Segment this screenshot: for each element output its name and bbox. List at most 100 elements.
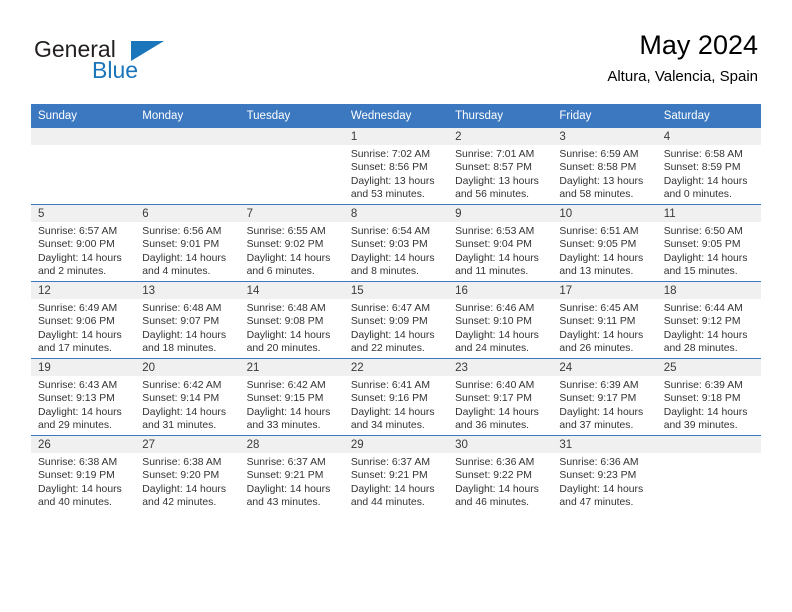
- calendar-day-cell[interactable]: 1 Sunrise: 7:02 AM Sunset: 8:56 PM Daylight…: [343, 127, 449, 205]
- calendar-day-cell[interactable]: 31 Sunrise: 6:36 AM Sunset: 9:23 PM Dayligh…: [552, 435, 657, 512]
- day-details: Sunrise: 6:56 AM Sunset: 9:01 PM Daylight:…: [135, 222, 239, 279]
- day-detail-sunrise: Sunrise: 6:57 AM: [38, 226, 118, 237]
- calendar-day-cell[interactable]: 26 Sunrise: 6:38 AM Sunset: 9:19 PM Dayligh…: [31, 435, 136, 512]
- day-detail-sunrise: Sunrise: 6:58 AM: [663, 149, 743, 160]
- day-detail-sunset: Sunset: 9:09 PM: [350, 316, 428, 328]
- day-detail-daylight2: and 56 minutes.: [455, 189, 530, 201]
- calendar-day-cell[interactable]: 3 Sunrise: 6:59 AM Sunset: 8:58 PM Daylight…: [552, 127, 657, 205]
- day-details: Sunrise: 6:59 AM Sunset: 8:58 PM Daylight:…: [552, 145, 656, 202]
- day-details: Sunrise: 6:58 AM Sunset: 8:59 PM Daylight:…: [657, 145, 761, 202]
- calendar-day-cell[interactable]: 25 Sunrise: 6:39 AM Sunset: 9:18 PM Dayligh…: [656, 358, 761, 436]
- calendar-day-cell[interactable]: 6 Sunrise: 6:56 AM Sunset: 9:01 PM Daylight…: [135, 204, 240, 282]
- day-detail-daylight2: and 26 minutes.: [559, 343, 634, 355]
- day-detail-daylight1: Daylight: 14 hours: [350, 252, 435, 264]
- day-cell-inner: 26 Sunrise: 6:38 AM Sunset: 9:19 PM Dayligh…: [31, 436, 136, 512]
- day-detail-sunset: Sunset: 9:17 PM: [559, 393, 637, 405]
- day-number: 23: [448, 359, 553, 376]
- calendar-day-cell-empty: [135, 127, 240, 205]
- day-number: 25: [656, 359, 761, 376]
- day-detail-sunrise: Sunrise: 7:02 AM: [350, 149, 430, 160]
- calendar-week-row: 1 Sunrise: 7:02 AM Sunset: 8:56 PM Daylight…: [31, 127, 761, 205]
- day-detail-daylight1: Daylight: 14 hours: [455, 483, 539, 495]
- calendar-day-cell[interactable]: 17 Sunrise: 6:45 AM Sunset: 9:11 PM Dayligh…: [552, 281, 657, 359]
- day-number: 29: [343, 436, 449, 453]
- day-number: 27: [135, 436, 240, 453]
- day-detail-daylight1: Daylight: 14 hours: [246, 483, 331, 495]
- day-cell-inner: 21 Sunrise: 6:42 AM Sunset: 9:15 PM Dayligh…: [239, 359, 344, 435]
- day-details: Sunrise: 6:37 AM Sunset: 9:21 PM Daylight:…: [240, 453, 344, 510]
- day-cell-inner: 31 Sunrise: 6:36 AM Sunset: 9:23 PM Dayligh…: [552, 436, 657, 512]
- calendar-day-cell[interactable]: 20 Sunrise: 6:42 AM Sunset: 9:14 PM Dayligh…: [135, 358, 240, 436]
- day-detail-sunrise: Sunrise: 6:43 AM: [38, 380, 118, 391]
- day-detail-sunrise: Sunrise: 6:37 AM: [246, 457, 326, 468]
- day-cell-inner: [239, 128, 344, 204]
- day-detail-daylight2: and 39 minutes.: [663, 420, 738, 432]
- day-detail-daylight2: and 11 minutes.: [455, 266, 529, 278]
- calendar-week-row: 5 Sunrise: 6:57 AM Sunset: 9:00 PM Daylight…: [31, 204, 761, 282]
- day-detail-daylight2: and 0 minutes.: [663, 189, 732, 201]
- calendar-day-cell[interactable]: 23 Sunrise: 6:40 AM Sunset: 9:17 PM Dayligh…: [448, 358, 553, 436]
- day-cell-inner: 5 Sunrise: 6:57 AM Sunset: 9:00 PM Daylight…: [31, 205, 136, 281]
- day-details: Sunrise: 6:48 AM Sunset: 9:07 PM Daylight:…: [135, 299, 239, 356]
- page-title: May 2024: [639, 30, 758, 60]
- day-number: 31: [552, 436, 657, 453]
- day-cell-inner: 19 Sunrise: 6:43 AM Sunset: 9:13 PM Dayligh…: [31, 359, 136, 435]
- calendar-day-cell[interactable]: 5 Sunrise: 6:57 AM Sunset: 9:00 PM Daylight…: [31, 204, 136, 282]
- location-subtitle: Altura, Valencia, Spain: [607, 68, 758, 85]
- day-number: 18: [656, 282, 761, 299]
- day-cell-inner: 2 Sunrise: 7:01 AM Sunset: 8:57 PM Daylight…: [448, 128, 553, 204]
- calendar-day-cell[interactable]: 15 Sunrise: 6:47 AM Sunset: 9:09 PM Dayligh…: [343, 281, 449, 359]
- calendar-day-cell[interactable]: 29 Sunrise: 6:37 AM Sunset: 9:21 PM Dayligh…: [343, 435, 449, 512]
- calendar-day-cell[interactable]: 11 Sunrise: 6:50 AM Sunset: 9:05 PM Dayligh…: [656, 204, 761, 282]
- day-detail-sunset: Sunset: 9:15 PM: [246, 393, 324, 405]
- calendar-day-cell[interactable]: 22 Sunrise: 6:41 AM Sunset: 9:16 PM Dayligh…: [343, 358, 449, 436]
- calendar-day-cell[interactable]: 16 Sunrise: 6:46 AM Sunset: 9:10 PM Dayligh…: [448, 281, 553, 359]
- day-detail-daylight1: Daylight: 14 hours: [142, 406, 227, 418]
- calendar-day-cell[interactable]: 9 Sunrise: 6:53 AM Sunset: 9:04 PM Daylight…: [448, 204, 553, 282]
- calendar-day-cell[interactable]: 10 Sunrise: 6:51 AM Sunset: 9:05 PM Dayligh…: [552, 204, 657, 282]
- day-number: 12: [31, 282, 136, 299]
- day-cell-inner: 27 Sunrise: 6:38 AM Sunset: 9:20 PM Dayligh…: [135, 436, 240, 512]
- calendar-day-cell[interactable]: 12 Sunrise: 6:49 AM Sunset: 9:06 PM Dayligh…: [31, 281, 136, 359]
- day-detail-daylight2: and 22 minutes.: [350, 343, 425, 355]
- day-number: 19: [31, 359, 136, 376]
- calendar-day-cell[interactable]: 7 Sunrise: 6:55 AM Sunset: 9:02 PM Daylight…: [239, 204, 344, 282]
- calendar-day-cell[interactable]: 4 Sunrise: 6:58 AM Sunset: 8:59 PM Daylight…: [656, 127, 761, 205]
- day-detail-daylight2: and 2 minutes.: [38, 266, 107, 278]
- day-number: 4: [656, 128, 761, 145]
- calendar-day-cell[interactable]: 21 Sunrise: 6:42 AM Sunset: 9:15 PM Dayligh…: [239, 358, 344, 436]
- calendar-day-cell[interactable]: 8 Sunrise: 6:54 AM Sunset: 9:03 PM Daylight…: [343, 204, 449, 282]
- day-cell-inner: 29 Sunrise: 6:37 AM Sunset: 9:21 PM Dayligh…: [343, 436, 449, 512]
- day-detail-sunset: Sunset: 9:01 PM: [142, 239, 220, 251]
- day-cell-inner: 11 Sunrise: 6:50 AM Sunset: 9:05 PM Dayligh…: [656, 205, 761, 281]
- calendar-day-cell[interactable]: 28 Sunrise: 6:37 AM Sunset: 9:21 PM Dayligh…: [239, 435, 344, 512]
- calendar-day-cell[interactable]: 18 Sunrise: 6:44 AM Sunset: 9:12 PM Dayligh…: [656, 281, 761, 359]
- day-detail-sunrise: Sunrise: 6:41 AM: [350, 380, 430, 391]
- day-cell-inner: 14 Sunrise: 6:48 AM Sunset: 9:08 PM Dayligh…: [239, 282, 344, 358]
- day-detail-daylight1: Daylight: 14 hours: [38, 406, 122, 418]
- day-detail-daylight1: Daylight: 14 hours: [559, 252, 644, 264]
- day-details: Sunrise: 6:39 AM Sunset: 9:18 PM Daylight:…: [657, 376, 761, 433]
- day-detail-daylight1: Daylight: 13 hours: [455, 175, 539, 187]
- calendar-day-cell[interactable]: 14 Sunrise: 6:48 AM Sunset: 9:08 PM Dayligh…: [239, 281, 344, 359]
- day-detail-sunset: Sunset: 9:12 PM: [663, 316, 741, 328]
- day-detail-daylight1: Daylight: 14 hours: [246, 252, 331, 264]
- day-number: [656, 436, 761, 453]
- calendar-day-cell[interactable]: 24 Sunrise: 6:39 AM Sunset: 9:17 PM Dayligh…: [552, 358, 657, 436]
- day-detail-daylight2: and 29 minutes.: [38, 420, 112, 432]
- day-detail-daylight1: Daylight: 14 hours: [142, 483, 227, 495]
- calendar-day-cell[interactable]: 19 Sunrise: 6:43 AM Sunset: 9:13 PM Dayligh…: [31, 358, 136, 436]
- day-detail-daylight1: Daylight: 13 hours: [350, 175, 435, 187]
- day-detail-sunset: Sunset: 9:20 PM: [142, 470, 220, 482]
- day-detail-sunrise: Sunrise: 6:45 AM: [559, 303, 639, 314]
- calendar-day-cell[interactable]: 2 Sunrise: 7:01 AM Sunset: 8:57 PM Daylight…: [448, 127, 553, 205]
- calendar-day-cell[interactable]: 30 Sunrise: 6:36 AM Sunset: 9:22 PM Dayligh…: [448, 435, 553, 512]
- day-details: Sunrise: 6:46 AM Sunset: 9:10 PM Daylight:…: [448, 299, 552, 356]
- day-cell-inner: 15 Sunrise: 6:47 AM Sunset: 9:09 PM Dayligh…: [343, 282, 449, 358]
- day-cell-inner: 13 Sunrise: 6:48 AM Sunset: 9:07 PM Dayligh…: [135, 282, 240, 358]
- calendar-day-cell[interactable]: 27 Sunrise: 6:38 AM Sunset: 9:20 PM Dayligh…: [135, 435, 240, 512]
- day-detail-sunrise: Sunrise: 6:55 AM: [246, 226, 326, 237]
- day-number: 6: [135, 205, 240, 222]
- general-blue-logo[interactable]: General Blue: [34, 36, 224, 92]
- calendar-day-cell[interactable]: 13 Sunrise: 6:48 AM Sunset: 9:07 PM Dayligh…: [135, 281, 240, 359]
